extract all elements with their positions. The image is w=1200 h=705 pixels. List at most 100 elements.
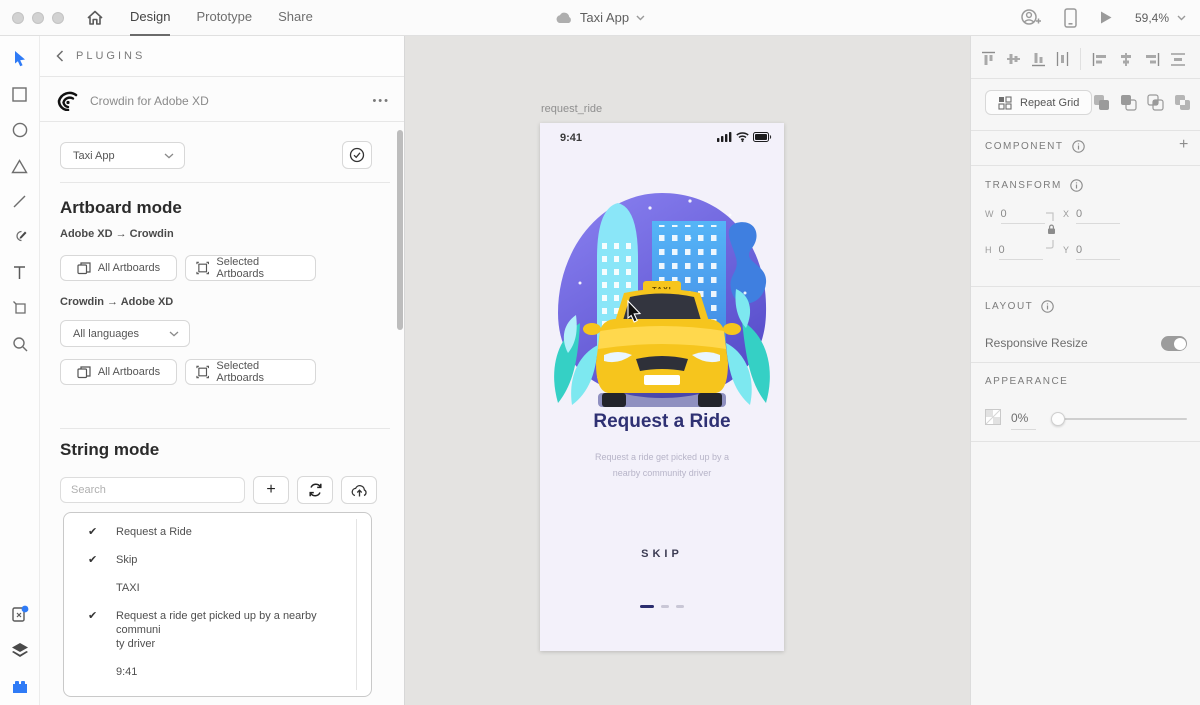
transform-section-header: TRANSFORM <box>985 179 1083 192</box>
artboard-name[interactable]: request_ride <box>541 103 602 115</box>
selected-artboards-button-download[interactable]: Selected Artboards <box>185 359 316 385</box>
x-input[interactable] <box>1076 208 1121 224</box>
distribute-horizontal-icon[interactable] <box>1056 51 1069 67</box>
play-preview-icon[interactable] <box>1099 10 1113 25</box>
close-window-icon[interactable] <box>12 11 24 24</box>
zoom-level-value: 59,4% <box>1134 10 1169 25</box>
skip-button[interactable]: SKIP <box>540 548 784 560</box>
rectangle-tool-icon[interactable] <box>10 84 30 104</box>
project-select[interactable]: Taxi App <box>60 142 185 169</box>
info-icon[interactable] <box>1070 179 1083 192</box>
lock-aspect-icon[interactable] <box>1047 224 1056 235</box>
assets-panel-icon[interactable] <box>10 604 30 624</box>
add-component-button[interactable]: + <box>1179 136 1188 154</box>
y-input[interactable] <box>1076 244 1121 260</box>
align-left-icon[interactable] <box>1092 52 1108 67</box>
height-field[interactable]: H <box>985 244 1043 260</box>
zoom-level-control[interactable]: 59,4% <box>1135 11 1186 25</box>
document-title-menu[interactable]: Taxi App <box>555 10 645 25</box>
align-right-icon[interactable] <box>1144 52 1160 67</box>
responsive-resize-toggle[interactable] <box>1161 336 1187 351</box>
tab-design[interactable]: Design <box>130 0 171 36</box>
dot-active <box>640 605 654 608</box>
component-section-header: COMPONENT <box>985 140 1085 153</box>
crowdin-logo-icon <box>56 91 78 111</box>
all-artboards-label: All Artboards <box>97 262 161 274</box>
string-label: Request a ride get picked up by a nearby… <box>116 610 317 636</box>
align-bottom-icon[interactable] <box>1031 51 1046 67</box>
tab-share[interactable]: Share <box>278 0 313 36</box>
string-row[interactable]: TAXI <box>64 574 371 602</box>
selected-artboards-button-upload[interactable]: Selected Artboards <box>185 255 316 281</box>
dot <box>676 605 684 608</box>
upload-strings-button[interactable] <box>341 476 377 504</box>
appearance-section-header: APPEARANCE <box>985 376 1069 387</box>
add-string-button[interactable]: + <box>253 476 289 504</box>
all-artboards-button-download[interactable]: All Artboards <box>60 359 177 385</box>
project-select-value: Taxi App <box>73 149 115 162</box>
tab-prototype[interactable]: Prototype <box>196 0 252 36</box>
text-tool-icon[interactable] <box>10 262 30 282</box>
opacity-slider[interactable] <box>1051 412 1187 426</box>
boolean-intersect-icon[interactable] <box>1147 94 1164 111</box>
string-label: TAXI <box>116 582 140 594</box>
languages-select[interactable]: All languages <box>60 320 190 347</box>
opacity-slider-knob[interactable] <box>1051 412 1065 426</box>
zoom-tool-icon[interactable] <box>10 334 30 354</box>
align-middle-icon[interactable] <box>1006 51 1021 67</box>
polygon-tool-icon[interactable] <box>10 156 30 176</box>
back-chevron-icon[interactable] <box>56 50 64 62</box>
plugins-panel-scrollbar[interactable] <box>397 130 403 330</box>
layers-panel-icon[interactable] <box>10 640 30 660</box>
phone-status-bar: 9:41 <box>540 131 784 147</box>
all-artboards-button-upload[interactable]: All Artboards <box>60 255 177 281</box>
y-field[interactable]: Y <box>1063 244 1121 260</box>
artboard-tool-icon[interactable] <box>10 298 30 318</box>
height-input[interactable] <box>998 244 1043 260</box>
artboard-request-ride[interactable]: 9:41 Request a Ride Request a ride get p… <box>540 123 784 651</box>
align-center-icon[interactable] <box>1118 52 1134 67</box>
home-icon[interactable] <box>86 9 104 27</box>
minimize-window-icon[interactable] <box>32 11 44 24</box>
window-controls[interactable] <box>12 11 64 24</box>
info-icon[interactable] <box>1071 140 1085 153</box>
confirm-project-button[interactable] <box>342 141 372 169</box>
repeat-grid-icon <box>998 95 1012 110</box>
device-preview-icon[interactable] <box>1064 7 1077 28</box>
align-top-icon[interactable] <box>981 51 996 67</box>
opacity-value[interactable]: 0% <box>1011 411 1037 430</box>
boolean-exclude-icon[interactable] <box>1174 94 1191 111</box>
battery-icon <box>753 132 772 142</box>
string-label-line2: ty driver <box>116 638 156 650</box>
refresh-icon <box>308 483 322 497</box>
plugins-panel: PLUGINS Crowdin for Adobe XD ••• Taxi Ap… <box>40 36 405 705</box>
plugin-more-menu-icon[interactable]: ••• <box>372 95 390 107</box>
info-icon[interactable] <box>1041 300 1055 313</box>
string-row[interactable]: ✔ Skip <box>64 546 371 574</box>
chevron-down-icon <box>169 331 179 336</box>
distribute-vertical-icon[interactable] <box>1170 52 1186 67</box>
mode-tabs: Design Prototype Share <box>130 0 313 36</box>
ellipse-tool-icon[interactable] <box>10 120 30 140</box>
maximize-window-icon[interactable] <box>52 11 64 24</box>
invite-user-icon[interactable] <box>1020 8 1042 28</box>
width-input[interactable] <box>1000 208 1045 224</box>
string-row[interactable]: ✔ Request a ride get picked up by a near… <box>64 602 371 658</box>
string-row[interactable]: ✔ Request a Ride <box>64 518 371 546</box>
x-field[interactable]: X <box>1063 208 1121 224</box>
search-input[interactable] <box>60 477 245 503</box>
list-scrollbar[interactable] <box>356 519 357 690</box>
select-tool-icon[interactable] <box>10 48 30 68</box>
plugins-panel-icon[interactable] <box>10 676 30 696</box>
string-row[interactable]: 9:41 <box>64 658 371 686</box>
repeat-grid-button[interactable]: Repeat Grid <box>985 90 1093 115</box>
check-icon: ✔ <box>88 610 98 622</box>
line-tool-icon[interactable] <box>10 191 30 211</box>
boolean-subtract-icon[interactable] <box>1120 94 1137 111</box>
chevron-down-icon <box>1177 15 1186 21</box>
width-field[interactable]: W <box>985 208 1045 224</box>
boolean-add-icon[interactable] <box>1093 94 1110 111</box>
pen-tool-icon[interactable] <box>10 227 30 247</box>
refresh-strings-button[interactable] <box>297 476 333 504</box>
xd-to-crowdin-label: Adobe XD → Crowdin <box>60 228 174 240</box>
